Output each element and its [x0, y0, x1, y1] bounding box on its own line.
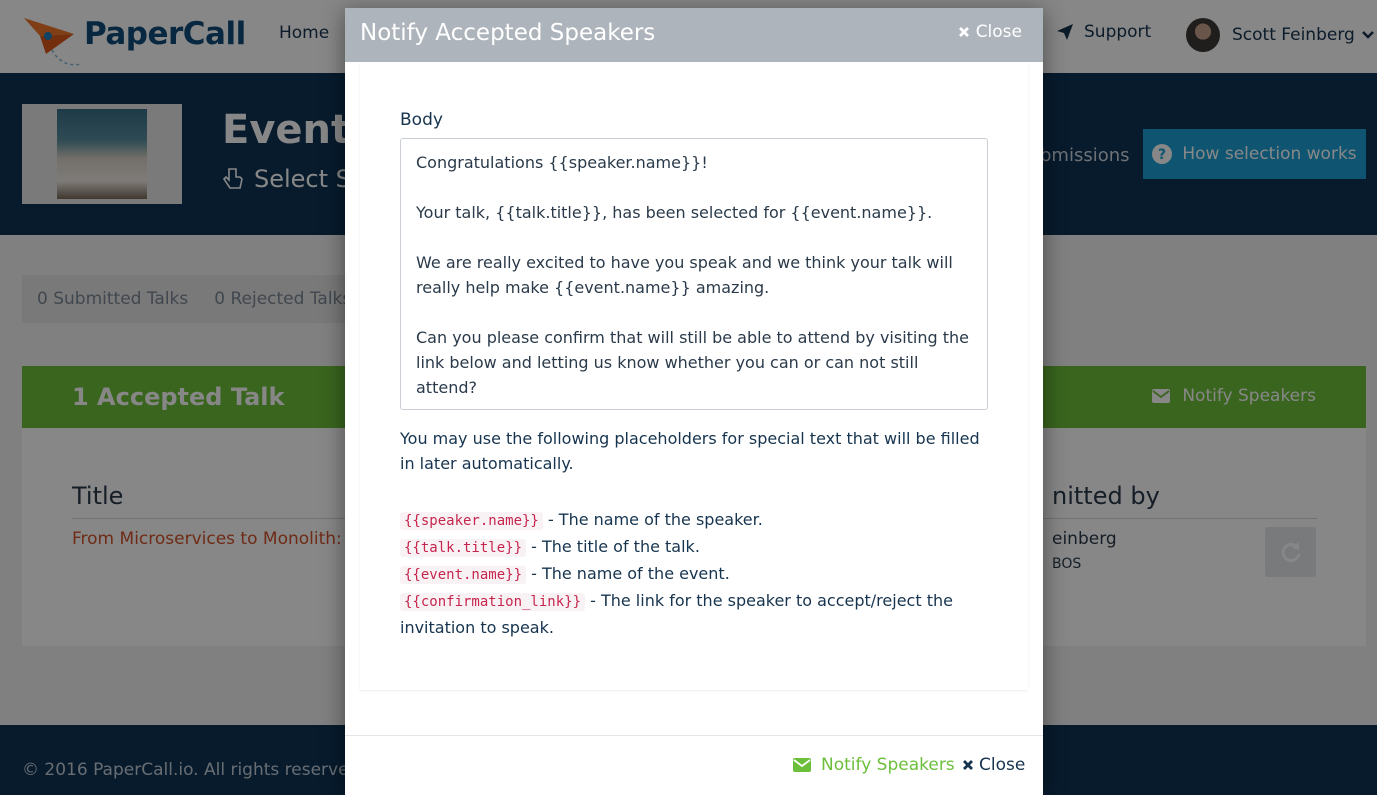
placeholder-desc: - The title of the talk. [526, 537, 700, 556]
placeholder-code: {{confirmation_link}} [400, 593, 586, 611]
placeholder-code: {{speaker.name}} [400, 512, 543, 530]
modal-close-button[interactable]: Close [958, 22, 1022, 42]
notify-speakers-modal: Notify Accepted Speakers Close Body Cong… [345, 8, 1043, 795]
modal-footer: Notify Speakers Close [345, 735, 1043, 795]
placeholder-code: {{talk.title}} [400, 539, 527, 557]
placeholder-item: {{talk.title}} - The title of the talk. [400, 534, 990, 561]
close-icon [958, 27, 969, 37]
close-icon [963, 760, 973, 770]
placeholder-code: {{event.name}} [400, 566, 527, 584]
modal-header: Notify Accepted Speakers Close [345, 8, 1043, 62]
placeholder-help-text: You may use the following placeholders f… [400, 429, 980, 473]
modal-footer-close-button[interactable]: Close [962, 755, 1025, 775]
placeholder-item: {{speaker.name}} - The name of the speak… [400, 507, 990, 534]
modal-close-label: Close [975, 22, 1022, 42]
placeholder-item: {{event.name}} - The name of the event. [400, 561, 990, 588]
placeholder-list: {{speaker.name}} - The name of the speak… [400, 507, 990, 640]
modal-title: Notify Accepted Speakers [360, 20, 656, 46]
body-textarea[interactable]: Congratulations {{speaker.name}}! Your t… [400, 138, 988, 410]
placeholder-item: {{confirmation_link}} - The link for the… [400, 588, 990, 640]
modal-footer-close-label: Close [979, 755, 1026, 775]
placeholder-desc: - The name of the event. [526, 564, 730, 583]
envelope-icon [793, 758, 811, 772]
modal-body: Body Congratulations {{speaker.name}}! Y… [360, 62, 1028, 690]
modal-notify-speakers-button[interactable]: Notify Speakers [793, 755, 955, 775]
modal-notify-speakers-label: Notify Speakers [821, 755, 955, 775]
body-field-label: Body [400, 110, 443, 130]
placeholder-desc: - The name of the speaker. [542, 510, 763, 529]
